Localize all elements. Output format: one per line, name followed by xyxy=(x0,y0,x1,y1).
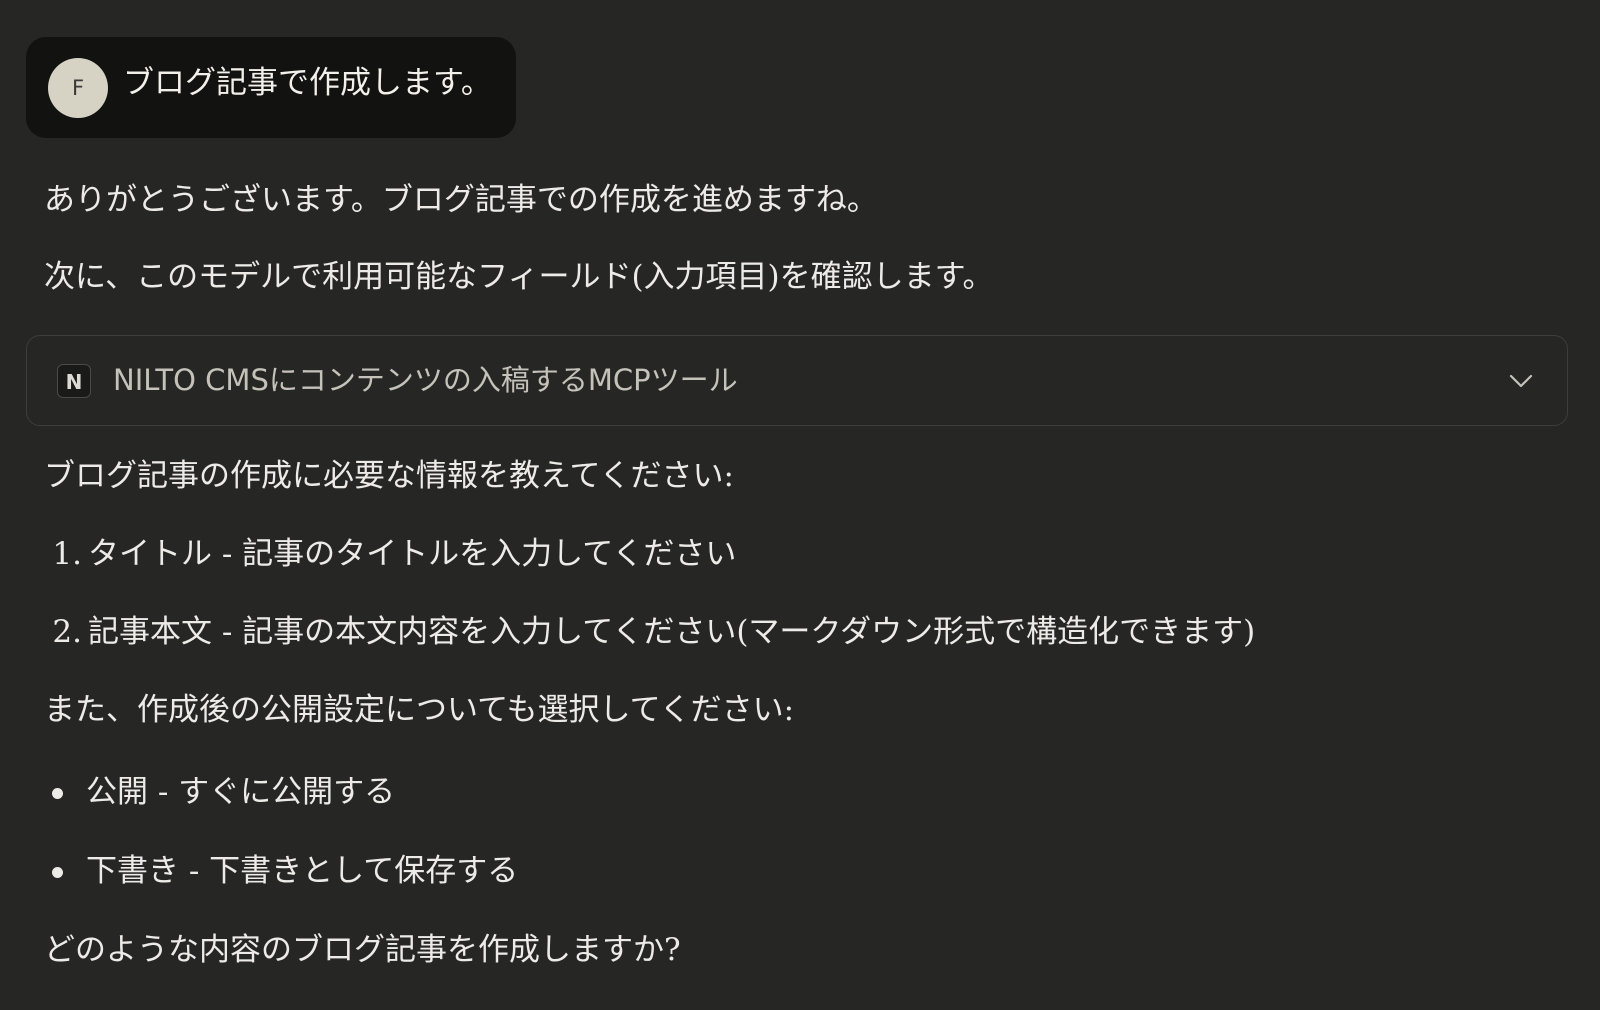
assistant-intro: ありがとうございます。ブログ記事での作成を進めますね。 xyxy=(44,182,878,218)
field-item-text: タイトル - 記事のタイトルを入力してください xyxy=(88,536,737,572)
field-item: 1. タイトル - 記事のタイトルを入力してください xyxy=(44,534,736,574)
field-item-number: 2. xyxy=(52,614,82,650)
user-message-text: ブログ記事で作成します。 xyxy=(123,65,492,101)
field-item-number: 1. xyxy=(52,536,82,572)
bullet-icon xyxy=(52,867,63,878)
nilto-logo-icon: N xyxy=(57,364,91,398)
user-message-bubble: F ブログ記事で作成します。 xyxy=(26,37,516,138)
chevron-down-icon[interactable] xyxy=(1507,367,1535,395)
bullet-icon xyxy=(52,788,63,799)
tool-call-card[interactable]: N NILTO CMSにコンテンツの入稿するMCPツール xyxy=(26,335,1568,426)
assistant-request: ブログ記事の作成に必要な情報を教えてください: xyxy=(44,458,734,494)
assistant-next-step: 次に、このモデルで利用可能なフィールド(入力項目)を確認します。 xyxy=(44,259,994,295)
tool-call-label: NILTO CMSにコンテンツの入稿するMCPツール xyxy=(113,363,738,397)
user-avatar: F xyxy=(48,58,108,118)
publish-option: 下書き - 下書きとして保存する xyxy=(86,853,519,889)
field-item: 2. 記事本文 - 記事の本文内容を入力してください(マークダウン形式で構造化でき… xyxy=(44,612,1255,652)
assistant-closing: どのような内容のブログ記事を作成しますか? xyxy=(44,932,681,968)
publish-option: 公開 - すぐに公開する xyxy=(86,774,396,810)
field-item-text: 記事本文 - 記事の本文内容を入力してください(マークダウン形式で構造化できます… xyxy=(88,614,1256,650)
assistant-publish-prompt: また、作成後の公開設定についても選択してください: xyxy=(44,692,795,728)
